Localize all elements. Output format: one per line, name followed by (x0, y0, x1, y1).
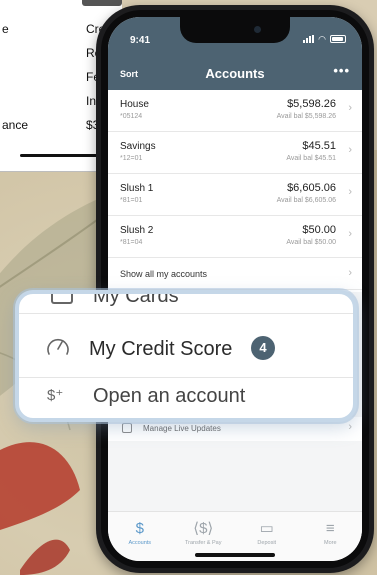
account-row-house[interactable]: House *05124 $5,598.26 Avail bal $5,598.… (108, 90, 362, 132)
zoom-callout: My Cards My Credit Score 4 $⁺ Open an ac… (15, 290, 357, 422)
accounts-list: House *05124 $5,598.26 Avail bal $5,598.… (108, 90, 362, 290)
account-balance: $45.51 (302, 140, 336, 152)
signal-icon (303, 35, 315, 43)
account-balance: $6,605.06 (287, 182, 336, 194)
status-time: 9:41 (130, 35, 151, 46)
notch (180, 17, 290, 43)
available-balance: Avail bal $6,605.06 (276, 197, 336, 204)
chevron-right-icon: › (348, 186, 352, 198)
account-name: Slush 2 (120, 225, 154, 236)
phone-screen: 9:41 ◠ Sort Accounts ••• House *05124 $5… (108, 17, 362, 561)
available-balance: Avail bal $50.00 (286, 239, 336, 246)
tab-label: Accounts (128, 540, 152, 546)
account-number: *81=01 (120, 197, 143, 204)
open-account-row[interactable]: $⁺ Open an account (19, 378, 353, 418)
chevron-right-icon: › (348, 421, 352, 433)
page-title: Accounts (205, 66, 265, 81)
battery-icon (330, 35, 346, 43)
dollar-icon: $ (135, 520, 144, 537)
deposit-icon: ▭ (259, 520, 274, 537)
home-indicator (195, 553, 275, 557)
chevron-right-icon: › (348, 228, 352, 240)
account-name: House (120, 99, 149, 110)
available-balance: Avail bal $5,598.26 (276, 113, 336, 120)
transfer-icon: ⟨$⟩ (193, 520, 214, 537)
status-icons: ◠ (303, 34, 346, 44)
tab-more[interactable]: ≡ More (299, 512, 363, 561)
account-row-savings[interactable]: Savings *12=01 $45.51 Avail bal $45.51 › (108, 132, 362, 174)
my-credit-score-label: My Credit Score (89, 338, 233, 360)
wifi-icon: ◠ (318, 34, 326, 44)
chevron-right-icon: › (348, 144, 352, 156)
my-cards-row[interactable]: My Cards (19, 294, 353, 314)
account-row-slush-1[interactable]: Slush 1 *81=01 $6,605.06 Avail bal $6,60… (108, 174, 362, 216)
card-icon (51, 294, 73, 304)
available-balance: Avail bal $45.51 (286, 155, 336, 162)
menu-icon: ≡ (325, 520, 335, 537)
chevron-right-icon: › (348, 102, 352, 114)
manage-live-updates-label: Manage Live Updates (143, 424, 221, 433)
bell-icon (122, 423, 132, 433)
tab-accounts[interactable]: $ Accounts (108, 512, 172, 561)
account-number: *12=01 (120, 155, 143, 162)
my-cards-label: My Cards (93, 290, 179, 307)
account-balance: $5,598.26 (287, 98, 336, 110)
account-row-slush-2[interactable]: Slush 2 *81=04 $50.00 Avail bal $50.00 › (108, 216, 362, 258)
tab-label: More (323, 540, 337, 546)
gauge-icon (47, 338, 69, 355)
more-options-button[interactable]: ••• (333, 63, 350, 78)
account-balance: $50.00 (302, 224, 336, 236)
tab-label: Deposit (257, 540, 277, 546)
tab-label: Transfer & Pay (185, 540, 222, 546)
doc-text: e (2, 22, 9, 36)
open-account-label: Open an account (93, 385, 246, 407)
show-all-label: Show all my accounts (120, 269, 208, 279)
account-number: *81=04 (120, 239, 143, 246)
dollar-plus-icon: $⁺ (47, 387, 64, 404)
phone-frame: 9:41 ◠ Sort Accounts ••• House *05124 $5… (96, 5, 374, 573)
account-name: Slush 1 (120, 183, 154, 194)
my-credit-score-row[interactable]: My Credit Score 4 (19, 314, 353, 378)
account-number: *05124 (120, 113, 143, 120)
chevron-right-icon: › (348, 267, 352, 279)
credit-score-badge: 4 (251, 336, 275, 360)
show-all-accounts-link[interactable]: Show all my accounts › (108, 258, 362, 290)
account-name: Savings (120, 141, 156, 152)
doc-text: ance (2, 118, 29, 132)
